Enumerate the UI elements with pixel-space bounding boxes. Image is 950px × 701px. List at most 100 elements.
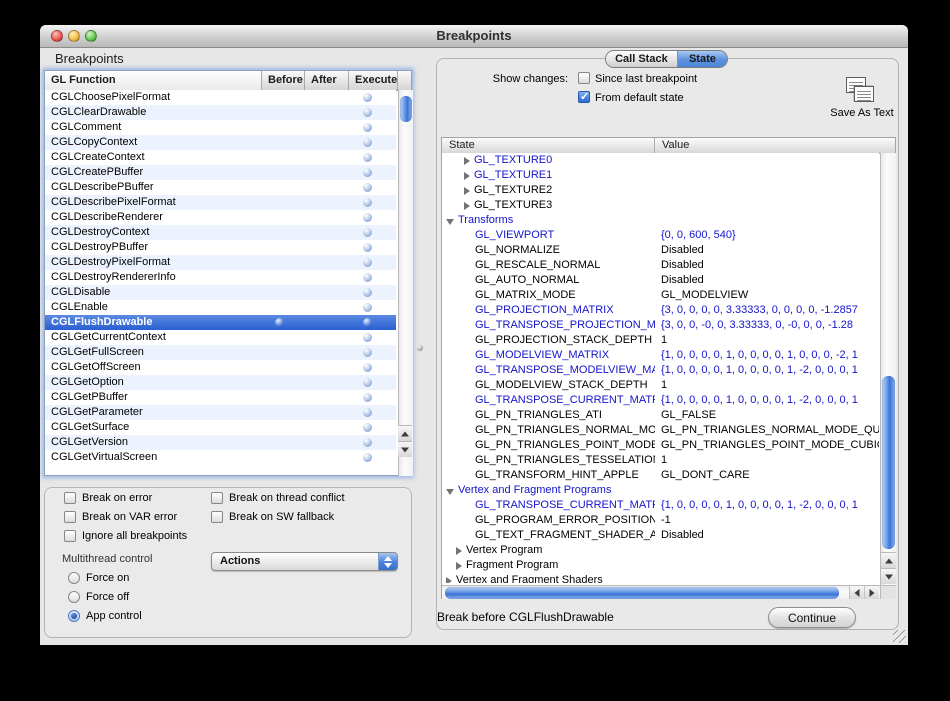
state-row[interactable]: Transforms: [442, 213, 879, 228]
state-row[interactable]: GL_PN_TRIANGLES_TESSELATION_1: [442, 453, 879, 468]
ignore-all-breakpoints-checkbox[interactable]: [64, 530, 76, 542]
resize-grip[interactable]: [893, 630, 906, 643]
state-row[interactable]: GL_MODELVIEW_MATRIX{1, 0, 0, 0, 0, 1, 0,…: [442, 348, 879, 363]
function-row[interactable]: CGLDestroyPixelFormat: [45, 255, 396, 270]
disclosure-closed-icon[interactable]: [464, 202, 470, 210]
tab-call-stack[interactable]: Call Stack: [606, 51, 678, 67]
tab-state[interactable]: State: [678, 51, 727, 67]
disclosure-closed-icon[interactable]: [464, 187, 470, 195]
scroll-right-button[interactable]: [864, 585, 879, 599]
function-row[interactable]: CGLGetCurrentContext: [45, 330, 396, 345]
state-row[interactable]: GL_AUTO_NORMALDisabled: [442, 273, 879, 288]
state-row[interactable]: GL_PN_TRIANGLES_ATIGL_FALSE: [442, 408, 879, 423]
break-on-error-checkbox[interactable]: [64, 492, 76, 504]
breakpoint-orb[interactable]: [363, 273, 372, 282]
disclosure-closed-icon[interactable]: [456, 562, 462, 570]
scrollbar-thumb[interactable]: [400, 96, 412, 122]
since-last-breakpoint-checkbox[interactable]: [578, 72, 590, 84]
state-row[interactable]: Vertex and Fragment Programs: [442, 483, 879, 498]
disclosure-closed-icon[interactable]: [464, 157, 470, 165]
column-header-before[interactable]: Before: [262, 71, 305, 90]
disclosure-closed-icon[interactable]: [464, 172, 470, 180]
state-row[interactable]: GL_PROGRAM_ERROR_POSITION_A-1: [442, 513, 879, 528]
function-row[interactable]: CGLChoosePixelFormat: [45, 90, 396, 105]
breakpoint-orb[interactable]: [363, 288, 372, 297]
state-table[interactable]: State Value GL_TEXTURE0GL_TEXTURE1GL_TEX…: [441, 137, 896, 599]
state-table-vertical-scrollbar[interactable]: [880, 153, 896, 585]
disclosure-open-icon[interactable]: [446, 489, 454, 495]
column-header-after[interactable]: After: [305, 71, 349, 90]
from-default-state-checkbox[interactable]: [578, 91, 590, 103]
state-table-horizontal-scrollbar[interactable]: [442, 585, 880, 599]
scrollbar-thumb[interactable]: [882, 376, 895, 549]
state-row[interactable]: GL_PROJECTION_STACK_DEPTH1: [442, 333, 879, 348]
state-row[interactable]: GL_TEXTURE1: [442, 168, 879, 183]
breakpoint-orb[interactable]: [363, 168, 372, 177]
disclosure-open-icon[interactable]: [446, 219, 454, 225]
function-row[interactable]: CGLGetParameter: [45, 405, 396, 420]
scroll-left-button[interactable]: [849, 585, 864, 599]
state-row[interactable]: GL_MATRIX_MODEGL_MODELVIEW: [442, 288, 879, 303]
function-row[interactable]: CGLCopyContext: [45, 135, 396, 150]
app-control-radio[interactable]: [68, 610, 80, 622]
state-row[interactable]: GL_TRANSPOSE_PROJECTION_MAT{3, 0, 0, -0,…: [442, 318, 879, 333]
column-header-state[interactable]: State: [442, 138, 655, 153]
breakpoint-orb[interactable]: [363, 378, 372, 387]
state-row[interactable]: Vertex Program: [442, 543, 879, 558]
force-off-radio[interactable]: [68, 591, 80, 603]
column-header-execute[interactable]: Execute: [349, 71, 398, 90]
break-on-sw-fallback-checkbox[interactable]: [211, 511, 223, 523]
function-row[interactable]: CGLGetVirtualScreen: [45, 450, 396, 465]
function-row[interactable]: CGLGetOffScreen: [45, 360, 396, 375]
scroll-down-button[interactable]: [881, 568, 896, 584]
state-row[interactable]: GL_TRANSFORM_HINT_APPLEGL_DONT_CARE: [442, 468, 879, 483]
function-row[interactable]: CGLCreatePBuffer: [45, 165, 396, 180]
breakpoint-orb[interactable]: [363, 228, 372, 237]
breakpoint-orb[interactable]: [363, 363, 372, 372]
state-row[interactable]: GL_TRANSPOSE_MODELVIEW_MAT{1, 0, 0, 0, 0…: [442, 363, 879, 378]
state-row[interactable]: GL_VIEWPORT{0, 0, 600, 540}: [442, 228, 879, 243]
function-row[interactable]: CGLDestroyPBuffer: [45, 240, 396, 255]
function-row[interactable]: CGLDescribePixelFormat: [45, 195, 396, 210]
state-row[interactable]: GL_RESCALE_NORMALDisabled: [442, 258, 879, 273]
state-row[interactable]: GL_PN_TRIANGLES_NORMAL_MODGL_PN_TRIANGLE…: [442, 423, 879, 438]
function-row[interactable]: CGLCreateContext: [45, 150, 396, 165]
column-header-gl-function[interactable]: GL Function: [45, 71, 262, 90]
title-bar[interactable]: Breakpoints: [40, 25, 908, 48]
breakpoint-orb[interactable]: [363, 213, 372, 222]
function-row[interactable]: CGLGetOption: [45, 375, 396, 390]
breakpoint-orb[interactable]: [363, 183, 372, 192]
state-row[interactable]: GL_TEXTURE0: [442, 153, 879, 168]
breakpoint-orb[interactable]: [363, 108, 372, 117]
break-on-thread-conflict-checkbox[interactable]: [211, 492, 223, 504]
breakpoint-orb[interactable]: [363, 123, 372, 132]
continue-button[interactable]: Continue: [768, 607, 856, 628]
state-row[interactable]: GL_TEXT_FRAGMENT_SHADER_ATDisabled: [442, 528, 879, 543]
break-on-var-error-checkbox[interactable]: [64, 511, 76, 523]
function-row[interactable]: CGLGetSurface: [45, 420, 396, 435]
breakpoint-orb[interactable]: [363, 138, 372, 147]
breakpoint-orb[interactable]: [363, 93, 372, 102]
breakpoint-orb[interactable]: [363, 303, 372, 312]
state-row[interactable]: GL_TRANSPOSE_CURRENT_MATRI{1, 0, 0, 0, 0…: [442, 498, 879, 513]
breakpoint-orb[interactable]: [363, 318, 372, 327]
force-on-radio[interactable]: [68, 572, 80, 584]
state-row[interactable]: GL_MODELVIEW_STACK_DEPTH1: [442, 378, 879, 393]
function-row[interactable]: CGLDescribeRenderer: [45, 210, 396, 225]
scroll-up-button[interactable]: [398, 425, 412, 441]
state-row[interactable]: GL_NORMALIZEDisabled: [442, 243, 879, 258]
breakpoint-orb[interactable]: [363, 258, 372, 267]
state-row[interactable]: GL_TRANSPOSE_CURRENT_MATRI{1, 0, 0, 0, 0…: [442, 393, 879, 408]
actions-popup-button[interactable]: Actions: [211, 552, 398, 571]
function-row[interactable]: CGLDescribePBuffer: [45, 180, 396, 195]
state-row[interactable]: Vertex and Fragment Shaders: [442, 573, 879, 583]
state-row[interactable]: Fragment Program: [442, 558, 879, 573]
disclosure-closed-icon[interactable]: [456, 547, 462, 555]
breakpoint-orb[interactable]: [363, 423, 372, 432]
breakpoint-orb[interactable]: [363, 438, 372, 447]
breakpoint-orb[interactable]: [363, 243, 372, 252]
scroll-up-button[interactable]: [881, 552, 896, 568]
function-row[interactable]: CGLDisable: [45, 285, 396, 300]
function-row[interactable]: CGLClearDrawable: [45, 105, 396, 120]
breakpoint-orb[interactable]: [363, 333, 372, 342]
